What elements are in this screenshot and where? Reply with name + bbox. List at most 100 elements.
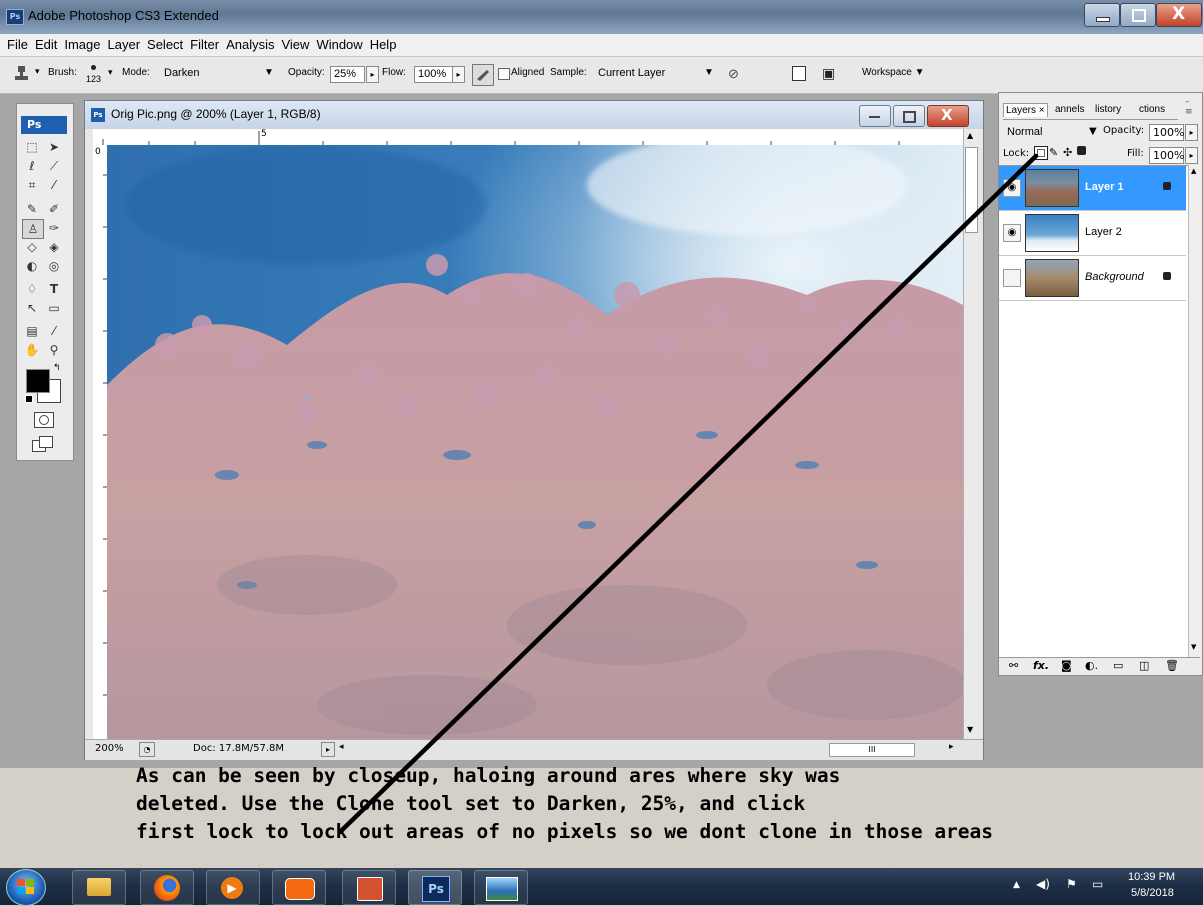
sample-select[interactable]: Current Layer ▼ — [594, 65, 718, 82]
shape-tool-icon[interactable]: ▭ — [44, 299, 64, 317]
hscroll-right-icon[interactable]: ▸ — [949, 742, 954, 752]
menu-window[interactable]: Window — [316, 37, 362, 52]
notes-tool-icon[interactable]: ▤ — [22, 322, 42, 340]
hand-tool-icon[interactable]: ✋ — [22, 341, 42, 359]
tab-actions[interactable]: ctions — [1139, 104, 1165, 115]
fill-slider-button[interactable]: ▸ — [1185, 147, 1198, 164]
tool-preset-dropdown-icon[interactable]: ▾ — [35, 66, 40, 77]
healing-brush-icon[interactable]: ✎ — [22, 200, 42, 218]
status-menu-icon[interactable]: ▸ — [321, 742, 335, 757]
flow-slider-button[interactable]: ▸ — [452, 66, 465, 83]
menu-analysis[interactable]: Analysis — [226, 37, 274, 52]
taskbar-photoshop-button[interactable]: Ps — [408, 870, 462, 905]
crop-tool-icon[interactable]: ⌗ — [22, 176, 42, 194]
start-button[interactable] — [6, 869, 46, 906]
doc-close-button[interactable]: X — [927, 105, 969, 127]
dodge-tool-icon[interactable]: ◎ — [44, 257, 64, 275]
minimize-button[interactable] — [1084, 3, 1120, 27]
path-selection-icon[interactable]: ↖ — [22, 299, 42, 317]
layer-opacity-field[interactable]: 100% — [1149, 124, 1184, 141]
swap-colors-icon[interactable]: ↰ — [53, 363, 61, 373]
default-colors-icon[interactable] — [25, 395, 33, 403]
magic-wand-icon[interactable]: ⟋ — [44, 157, 64, 175]
pen-tool-icon[interactable]: ♢ — [22, 280, 42, 298]
scroll-up-icon[interactable]: ▲ — [1191, 167, 1196, 175]
menu-file[interactable]: File — [7, 37, 28, 52]
new-group-icon[interactable]: ▭ — [1113, 659, 1123, 672]
type-tool-icon[interactable]: T — [44, 280, 64, 298]
menu-view[interactable]: View — [281, 37, 309, 52]
zoom-tool-icon[interactable]: ⚲ — [44, 341, 64, 359]
image-canvas[interactable]: + — [107, 145, 963, 739]
layer-row-background[interactable]: Background — [999, 256, 1186, 301]
doc-maximize-button[interactable] — [893, 105, 925, 127]
hscroll-left-icon[interactable]: ◂ — [339, 742, 344, 752]
taskbar-explorer-button[interactable] — [72, 870, 126, 905]
adjustment-layer-icon[interactable]: ◐. — [1085, 659, 1098, 672]
horizontal-scroll-thumb[interactable]: III — [829, 743, 915, 757]
opacity-slider-button[interactable]: ▸ — [366, 66, 379, 83]
slice-tool-icon[interactable]: ⁄ — [44, 176, 64, 194]
tab-history[interactable]: listory — [1095, 104, 1121, 115]
layer-opacity-slider-button[interactable]: ▸ — [1185, 124, 1198, 141]
clock-time[interactable]: 10:39 PM — [1128, 871, 1175, 883]
eyedropper-tool-icon[interactable]: ⁄ — [44, 322, 64, 340]
menu-layer[interactable]: Layer — [108, 37, 141, 52]
brush-dropdown-icon[interactable]: ▾ — [108, 67, 113, 78]
foreground-color-swatch[interactable] — [26, 369, 50, 393]
layers-scrollbar[interactable]: ▲ ▼ — [1188, 165, 1201, 657]
scroll-thumb[interactable] — [965, 147, 978, 233]
network-icon[interactable]: ▭ — [1092, 877, 1103, 891]
lasso-tool-icon[interactable]: ℓ — [22, 157, 42, 175]
show-hidden-icons-icon[interactable]: ▲ — [1013, 880, 1020, 890]
visibility-eye-icon[interactable]: ◉ — [1003, 224, 1021, 242]
maximize-button[interactable] — [1120, 3, 1156, 27]
blend-mode-select[interactable]: Normal ▼ — [1003, 124, 1099, 141]
trash-icon[interactable]: 🗑 — [1165, 659, 1179, 672]
fill-field[interactable]: 100% — [1149, 147, 1184, 164]
add-mask-icon[interactable]: ◙ — [1061, 659, 1072, 672]
zoom-level[interactable]: 200% — [95, 743, 124, 754]
scroll-down-icon[interactable]: ▼ — [1191, 643, 1196, 651]
clock-date[interactable]: 5/8/2018 — [1131, 887, 1174, 899]
menu-edit[interactable]: Edit — [35, 37, 57, 52]
brush-tool-icon[interactable]: ✐ — [44, 200, 64, 218]
taskbar-image-viewer-button[interactable] — [474, 870, 528, 905]
visibility-toggle[interactable] — [1003, 269, 1021, 287]
aligned-checkbox[interactable] — [498, 68, 510, 80]
ignore-adjustment-layers-icon[interactable]: ⊘ — [728, 66, 739, 82]
document-search-icon[interactable]: ▣ — [822, 65, 835, 82]
move-tool-icon[interactable]: ➤ — [44, 138, 64, 156]
tab-channels[interactable]: annels — [1055, 104, 1084, 115]
paint-bucket-icon[interactable]: ◈ — [44, 238, 64, 256]
opacity-field[interactable]: 25% — [330, 66, 365, 83]
clone-stamp-tool-icon[interactable] — [12, 65, 32, 83]
visibility-eye-icon[interactable]: ◉ — [1003, 179, 1021, 197]
new-layer-icon[interactable]: ◫ — [1139, 659, 1149, 672]
doc-minimize-button[interactable] — [859, 105, 891, 127]
menu-image[interactable]: Image — [64, 37, 100, 52]
quick-mask-icon[interactable] — [34, 412, 54, 428]
screen-mode-icon[interactable] — [32, 436, 54, 452]
taskbar-mail-button[interactable] — [272, 870, 326, 905]
marquee-tool-icon[interactable]: ⬚ — [22, 138, 42, 156]
layer-row-layer-1[interactable]: ◉ Layer 1 — [999, 166, 1186, 211]
scroll-down-icon[interactable]: ▼ — [967, 725, 973, 734]
palette-well-icon[interactable] — [792, 66, 806, 81]
action-center-flag-icon[interactable]: ⚑ — [1066, 877, 1077, 891]
mode-select[interactable]: Darken ▼ — [160, 65, 282, 82]
menu-select[interactable]: Select — [147, 37, 183, 52]
lock-all-icon[interactable] — [1077, 146, 1086, 155]
fx-icon[interactable]: fx. — [1033, 659, 1049, 672]
workspace-menu[interactable]: Workspace ▼ — [862, 67, 925, 78]
menu-help[interactable]: Help — [370, 37, 397, 52]
brush-picker[interactable]: 123 — [82, 62, 108, 88]
scroll-up-icon[interactable]: ▲ — [967, 131, 973, 140]
clone-stamp-tool-icon[interactable]: ♙ — [22, 219, 44, 239]
taskbar-media-player-button[interactable]: ▶ — [206, 870, 260, 905]
airbrush-icon[interactable] — [472, 64, 494, 86]
panel-menu-icon[interactable]: – ≡ — [1185, 97, 1193, 117]
lock-image-pixels-icon[interactable]: ✎ — [1049, 146, 1058, 159]
taskbar-presentation-button[interactable] — [342, 870, 396, 905]
tab-layers[interactable]: Layers × — [1003, 103, 1048, 117]
